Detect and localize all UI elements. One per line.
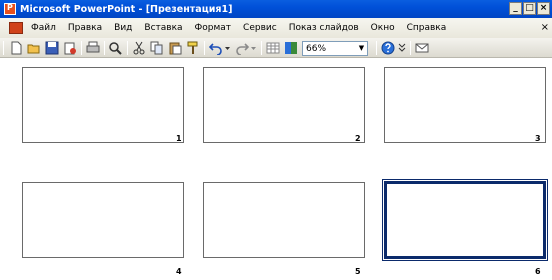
menu-file[interactable]: Файл	[31, 23, 62, 33]
powerpoint-window: P Microsoft PowerPoint - [Презентация1] …	[0, 0, 552, 280]
title-bar[interactable]: P Microsoft PowerPoint - [Презентация1] …	[0, 0, 552, 18]
print-icon[interactable]	[86, 41, 100, 55]
standard-toolbar: 66% ▼	[0, 38, 552, 58]
slide-thumbnail-4[interactable]	[22, 182, 184, 258]
permission-icon[interactable]	[63, 41, 77, 55]
toolbar-separator	[104, 41, 105, 55]
menu-tools[interactable]: Сервис	[237, 23, 283, 33]
toolbar-separator	[204, 41, 205, 55]
paste-icon[interactable]	[168, 41, 182, 55]
copy-icon[interactable]	[150, 41, 164, 55]
close-button[interactable]: ×	[537, 2, 550, 15]
slide-thumbnail-2[interactable]	[203, 67, 365, 143]
toolbar-separator	[410, 41, 411, 55]
toolbar-separator	[127, 41, 128, 55]
mail-icon[interactable]	[415, 41, 429, 55]
window-title: Microsoft PowerPoint - [Презентация1]	[20, 3, 233, 15]
undo-dropdown-icon[interactable]	[224, 41, 231, 55]
menu-edit[interactable]: Правка	[62, 23, 108, 33]
slide-thumbnail-6-selected[interactable]	[382, 179, 548, 261]
open-icon[interactable]	[27, 41, 41, 55]
slide-sorter-view: 1 2 3 4 5 6	[0, 59, 552, 280]
zoom-value[interactable]: 66%	[303, 44, 356, 54]
color-grayscale-icon[interactable]	[284, 41, 298, 55]
redo-dropdown-icon[interactable]	[250, 41, 257, 55]
zoom-combo[interactable]: 66% ▼	[302, 41, 368, 56]
slide-thumbnail-3[interactable]	[384, 67, 546, 143]
chevron-down-icon[interactable]: ▼	[356, 42, 367, 55]
redo-icon[interactable]	[235, 41, 249, 55]
menu-format[interactable]: Формат	[189, 23, 238, 33]
save-icon[interactable]	[45, 41, 59, 55]
menu-slideshow[interactable]: Показ слайдов	[283, 23, 365, 33]
toolbar-separator	[81, 41, 82, 55]
slide-thumbnail-5[interactable]	[203, 182, 365, 258]
table-icon[interactable]	[266, 41, 280, 55]
toolbar-separator	[261, 41, 262, 55]
toolbar-separator	[376, 41, 377, 55]
restore-button[interactable]: □	[523, 2, 536, 15]
menu-help[interactable]: Справка	[401, 23, 453, 33]
menu-view[interactable]: Вид	[108, 23, 138, 33]
close-document-icon[interactable]: ×	[541, 22, 549, 33]
slide-number: 2	[355, 134, 361, 143]
spelling-icon[interactable]	[109, 41, 123, 55]
new-icon[interactable]	[9, 41, 23, 55]
slide-number: 6	[535, 267, 541, 276]
cut-icon[interactable]	[132, 41, 146, 55]
window-controls: _ □ ×	[509, 2, 550, 15]
menu-bar: Файл Правка Вид Вставка Формат Сервис По…	[0, 18, 552, 38]
slide-number: 5	[355, 267, 361, 276]
document-icon[interactable]	[9, 22, 23, 34]
help-icon[interactable]	[381, 41, 395, 55]
slide-thumbnail-1[interactable]	[22, 67, 184, 143]
toolbar-options-icon[interactable]	[398, 41, 406, 55]
menu-window[interactable]: Окно	[365, 23, 401, 33]
slide-number: 1	[176, 134, 182, 143]
menu-insert[interactable]: Вставка	[138, 23, 188, 33]
format-painter-icon[interactable]	[186, 41, 200, 55]
minimize-button[interactable]: _	[509, 2, 522, 15]
slide-number: 3	[535, 134, 541, 143]
powerpoint-app-icon[interactable]: P	[4, 3, 16, 15]
toolbar-grip[interactable]	[3, 41, 4, 55]
undo-icon[interactable]	[209, 41, 223, 55]
slide-number: 4	[176, 267, 182, 276]
